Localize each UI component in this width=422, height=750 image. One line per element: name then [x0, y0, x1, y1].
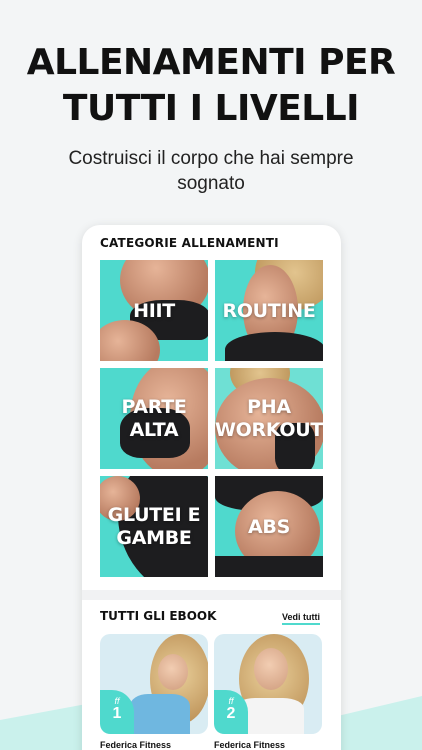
headline: ALLENAMENTI PER TUTTI I LIVELLI: [0, 40, 422, 132]
headline-line-1: ALLENAMENTI PER: [26, 42, 396, 83]
ebook-badge: ff 2: [214, 690, 248, 734]
ebook-author: Federica Fitness: [214, 740, 286, 750]
category-tile-parte-alta[interactable]: PARTE ALTA: [100, 368, 208, 469]
category-label: ROUTINE: [222, 299, 316, 322]
category-label: GLUTEI E GAMBE: [107, 503, 201, 549]
subtitle-line-1: Costruisci il corpo che hai sempre: [68, 148, 354, 169]
category-tile-pha-workout[interactable]: PHA WORKOUT: [215, 368, 323, 469]
ebook-number: 2: [226, 705, 236, 722]
ebook-card-1[interactable]: ff 1: [100, 634, 208, 734]
category-label: PARTE ALTA: [121, 395, 187, 441]
ebooks-title: TUTTI GLI EBOOK: [100, 609, 217, 623]
headline-line-2: TUTTI I LIVELLI: [62, 88, 360, 129]
ebook-card-2[interactable]: ff 2: [214, 634, 322, 734]
section-divider: [82, 590, 341, 600]
category-tile-routine[interactable]: ROUTINE: [215, 260, 323, 361]
subtitle-line-2: sognato: [177, 173, 245, 194]
ebook-cover-detail: [130, 694, 190, 734]
ebook-number: 1: [112, 705, 122, 722]
category-label: ABS: [248, 515, 290, 538]
categories-title: CATEGORIE ALLENAMENTI: [100, 236, 279, 250]
category-tile-abs[interactable]: ABS: [215, 476, 323, 577]
ebook-cover-detail: [158, 654, 188, 690]
tile-image-detail: [215, 556, 323, 577]
subtitle: Costruisci il corpo che hai sempre sogna…: [0, 146, 422, 196]
category-tile-glutei-gambe[interactable]: GLUTEI E GAMBE: [100, 476, 208, 577]
ebook-author: Federica Fitness: [100, 740, 172, 750]
category-label: HIIT: [133, 299, 175, 322]
ebook-cover-detail: [254, 648, 288, 690]
see-all-link[interactable]: Vedi tutti: [282, 612, 320, 625]
ebook-badge: ff 1: [100, 690, 134, 734]
category-label: PHA WORKOUT: [215, 395, 323, 441]
category-tile-hiit[interactable]: HIIT: [100, 260, 208, 361]
tile-image-detail: [225, 332, 323, 361]
